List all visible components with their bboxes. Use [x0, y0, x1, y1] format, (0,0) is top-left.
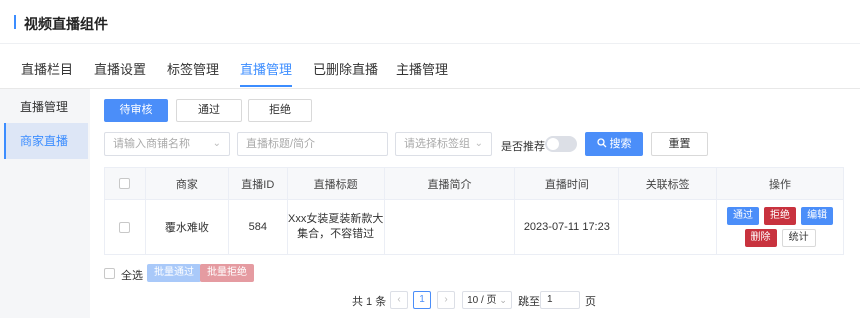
page-title: 视频直播组件 — [24, 16, 108, 32]
shop-select[interactable]: 请输入商铺名称 ⌄ — [104, 132, 230, 156]
sidebar-item-live-management[interactable]: 直播管理 — [6, 89, 90, 125]
chevron-down-icon: ⌄ — [499, 295, 507, 305]
recommend-label: 是否推荐 — [501, 141, 545, 153]
search-button-label: 搜索 — [609, 138, 632, 150]
title-search-input[interactable]: 直播标题/简介 — [237, 132, 388, 156]
tag-group-placeholder: 请选择标签组 — [404, 138, 470, 150]
stats-button[interactable]: 统计 — [781, 229, 816, 247]
sidebar-item-merchant-live[interactable]: 商家直播 — [4, 123, 88, 159]
column-header-live-title: 直播标题 — [286, 167, 385, 200]
row-checkbox[interactable] — [119, 221, 131, 233]
cell-tags — [618, 199, 718, 255]
edit-button[interactable]: 编辑 — [801, 207, 834, 225]
toggle-knob — [547, 138, 559, 150]
live-title-line-2: 集合，不容错过 — [297, 228, 375, 240]
select-all-checkbox-header[interactable] — [119, 178, 131, 190]
page-suffix-label: 页 — [585, 296, 596, 308]
top-tabs: 直播栏目 直播设置 标签管理 直播管理 已删除直播 主播管理 — [0, 44, 860, 89]
approve-button[interactable]: 通过 — [726, 207, 759, 225]
main-content: 待审核 通过 拒绝 请输入商铺名称 ⌄ 直播标题/简介 请选择标签组 ⌄ 是否推… — [90, 89, 860, 318]
cell-live-time: 2023-07-11 17:23 — [514, 199, 620, 255]
search-icon — [596, 138, 606, 148]
sidebar: 直播管理 商家直播 — [0, 89, 90, 318]
tab-live-management[interactable]: 直播管理 — [240, 59, 292, 78]
chevron-down-icon: ⌄ — [212, 138, 221, 149]
column-header-tags: 关联标签 — [618, 167, 718, 200]
title-accent-bar — [14, 15, 16, 29]
tag-group-select[interactable]: 请选择标签组 ⌄ — [395, 132, 492, 156]
tab-live-columns[interactable]: 直播栏目 — [21, 59, 73, 78]
active-tab-indicator — [240, 85, 292, 87]
filter-rejected-button[interactable]: 拒绝 — [248, 99, 312, 122]
column-header-live-id: 直播ID — [227, 167, 288, 200]
column-header-live-intro: 直播简介 — [383, 167, 516, 200]
header-checkbox-cell — [104, 167, 146, 200]
select-all-label: 全选 — [121, 270, 143, 282]
cell-actions: 通过 拒绝 编辑 删除 统计 — [716, 199, 844, 255]
prev-page-button[interactable]: ‹ — [390, 291, 408, 309]
reject-button[interactable]: 拒绝 — [764, 207, 797, 225]
live-table: 商家 直播ID 直播标题 直播简介 直播时间 关联标签 操作 覆水难收 584 … — [104, 167, 844, 255]
reset-button[interactable]: 重置 — [651, 132, 708, 156]
search-button[interactable]: 搜索 — [585, 132, 643, 156]
tab-tag-management[interactable]: 标签管理 — [167, 59, 219, 78]
table-header-row: 商家 直播ID 直播标题 直播简介 直播时间 关联标签 操作 — [104, 167, 844, 200]
total-count: 共 1 条 — [352, 296, 387, 308]
tab-deleted-lives[interactable]: 已删除直播 — [313, 59, 378, 78]
filter-approved-button[interactable]: 通过 — [176, 99, 242, 122]
filter-pending-button[interactable]: 待审核 — [104, 99, 168, 122]
tab-streamer-management[interactable]: 主播管理 — [396, 59, 448, 78]
delete-button[interactable]: 删除 — [744, 229, 777, 247]
goto-page-input[interactable]: 1 — [540, 291, 580, 309]
cell-live-title: Xxx女装夏装新款大 集合，不容错过 — [286, 199, 385, 255]
batch-approve-button[interactable]: 批量通过 — [147, 264, 201, 282]
page-size-select[interactable]: 10 / 页 ⌄ — [462, 291, 512, 309]
title-bar: 视频直播组件 — [0, 0, 860, 44]
goto-label: 跳至 — [518, 296, 540, 308]
shop-select-placeholder: 请输入商铺名称 — [113, 138, 190, 150]
tab-live-settings[interactable]: 直播设置 — [94, 59, 146, 78]
page-number-current[interactable]: 1 — [413, 291, 431, 309]
chevron-down-icon: ⌄ — [474, 138, 483, 149]
next-page-button[interactable]: › — [437, 291, 455, 309]
column-header-live-time: 直播时间 — [514, 167, 620, 200]
cell-merchant: 覆水难收 — [144, 199, 229, 255]
chevron-right-icon: › — [444, 294, 448, 305]
cell-live-intro — [383, 199, 516, 255]
recommend-toggle[interactable] — [545, 136, 577, 152]
chevron-left-icon: ‹ — [397, 294, 401, 305]
table-row: 覆水难收 584 Xxx女装夏装新款大 集合，不容错过 2023-07-11 1… — [104, 199, 844, 255]
column-header-merchant: 商家 — [144, 167, 229, 200]
live-title-line-1: Xxx女装夏装新款大 — [288, 213, 384, 225]
column-header-actions: 操作 — [716, 167, 844, 200]
page-size-value: 10 / 页 — [467, 295, 497, 306]
cell-live-id: 584 — [227, 199, 288, 255]
row-checkbox-cell — [104, 199, 146, 255]
batch-reject-button[interactable]: 批量拒绝 — [200, 264, 254, 282]
select-all-checkbox[interactable] — [104, 268, 115, 279]
title-search-placeholder: 直播标题/简介 — [246, 138, 316, 150]
